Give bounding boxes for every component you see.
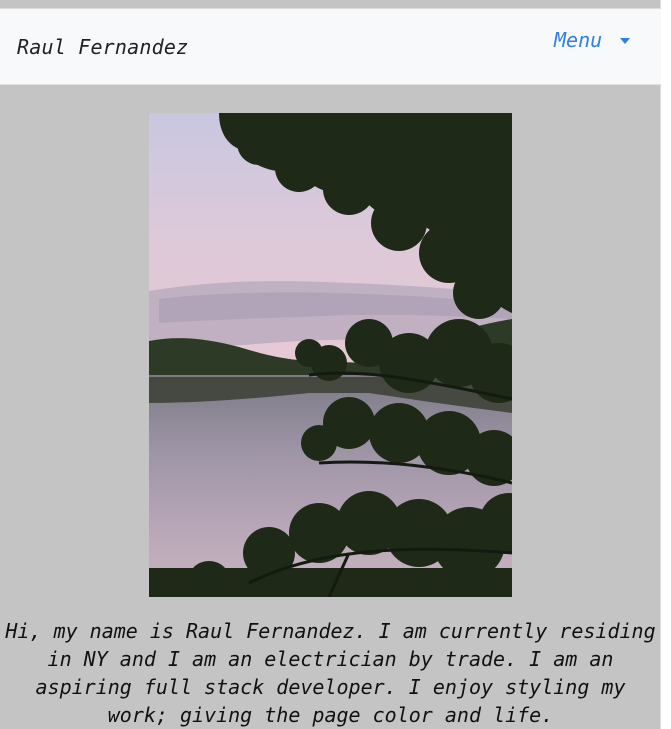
navbar: Raul Fernandez Menu [0,8,661,85]
menu-dropdown-toggle[interactable]: Menu [554,28,631,52]
profile-photo [149,113,512,597]
menu-label: Menu [554,28,603,52]
brand-link[interactable]: Raul Fernandez [17,35,188,59]
bio-paragraph: Hi, my name is Raul Fernandez. I am curr… [5,619,656,727]
chevron-down-icon [620,38,631,44]
page: Raul Fernandez Menu Hi, my name is Raul … [0,0,661,729]
